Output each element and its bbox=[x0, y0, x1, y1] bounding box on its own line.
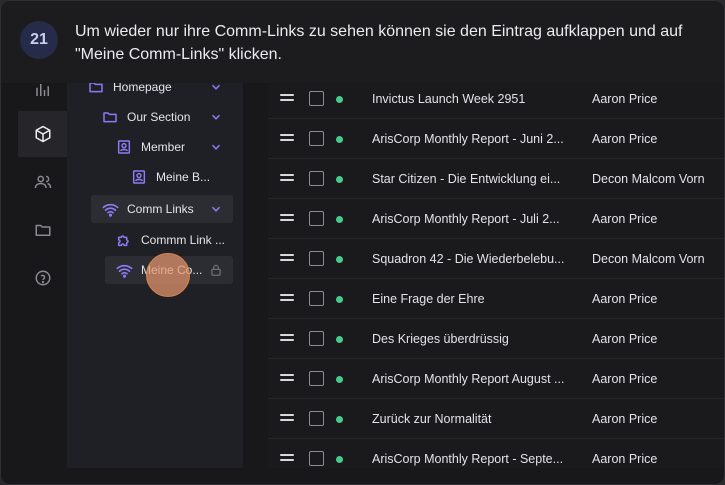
row-checkbox[interactable] bbox=[309, 291, 324, 306]
row-author: Aaron Price bbox=[592, 412, 658, 426]
bottom-edge bbox=[1, 468, 724, 484]
rail-item-users[interactable] bbox=[18, 159, 67, 205]
rail-item-help[interactable] bbox=[18, 255, 67, 301]
row-author: Aaron Price bbox=[592, 292, 658, 306]
drag-handle-icon[interactable] bbox=[280, 294, 294, 304]
table-row[interactable]: Squadron 42 - Die Wiederbelebu... Decon … bbox=[268, 239, 724, 279]
row-checkbox[interactable] bbox=[309, 411, 324, 426]
wifi-icon bbox=[115, 261, 133, 279]
rail-item-files[interactable] bbox=[18, 207, 67, 253]
tree-item-label: Commm Link ... bbox=[141, 233, 226, 247]
row-title[interactable]: Eine Frage der Ehre bbox=[372, 292, 577, 306]
row-author: Decon Malcom Vorn bbox=[592, 172, 705, 186]
click-indicator bbox=[146, 253, 190, 297]
row-checkbox[interactable] bbox=[309, 211, 324, 226]
row-checkbox[interactable] bbox=[309, 371, 324, 386]
cube-icon bbox=[35, 125, 50, 143]
row-author: Aaron Price bbox=[592, 452, 658, 466]
tree-item-commm-link[interactable]: Commm Link ... bbox=[115, 226, 233, 254]
row-title[interactable]: ArisCorp Monthly Report - Juni 2... bbox=[372, 132, 577, 146]
folder-icon bbox=[35, 224, 50, 236]
badge-icon bbox=[130, 168, 148, 186]
drag-handle-icon[interactable] bbox=[280, 214, 294, 224]
tutorial-instruction: Um wieder nur ihre Comm-Links zu sehen k… bbox=[75, 23, 683, 63]
table-row[interactable]: ArisCorp Monthly Report - Juli 2... Aaro… bbox=[268, 199, 724, 239]
row-title[interactable]: Invictus Launch Week 2951 bbox=[372, 92, 577, 106]
drag-handle-icon[interactable] bbox=[280, 254, 294, 264]
drag-handle-icon[interactable] bbox=[280, 334, 294, 344]
chevron-down-icon[interactable] bbox=[209, 140, 223, 154]
chevron-down-icon[interactable] bbox=[209, 110, 223, 124]
row-author: Aaron Price bbox=[592, 212, 658, 226]
row-checkbox[interactable] bbox=[309, 451, 324, 466]
users-icon bbox=[34, 175, 51, 189]
drag-handle-icon[interactable] bbox=[280, 174, 294, 184]
icon-rail bbox=[18, 83, 67, 468]
drag-handle-icon[interactable] bbox=[280, 414, 294, 424]
dashboard-icon bbox=[35, 84, 49, 96]
row-checkbox[interactable] bbox=[309, 91, 324, 106]
status-dot bbox=[336, 256, 343, 263]
drag-handle-icon[interactable] bbox=[280, 134, 294, 144]
status-dot bbox=[336, 376, 343, 383]
row-title[interactable]: Squadron 42 - Die Wiederbelebu... bbox=[372, 252, 577, 266]
step-badge: 21 bbox=[20, 21, 58, 59]
row-title[interactable]: Des Krieges überdrüssig bbox=[372, 332, 577, 346]
row-checkbox[interactable] bbox=[309, 131, 324, 146]
row-checkbox[interactable] bbox=[309, 251, 324, 266]
row-title[interactable]: Star Citizen - Die Entwicklung ei... bbox=[372, 172, 577, 186]
tutorial-header: 21 Um wieder nur ihre Comm-Links zu sehe… bbox=[1, 1, 724, 83]
tree-item-label: Comm Links bbox=[127, 202, 194, 216]
status-dot bbox=[336, 416, 343, 423]
tree-item-member[interactable]: Member bbox=[115, 133, 233, 161]
row-author: Aaron Price bbox=[592, 132, 658, 146]
badge-icon bbox=[115, 138, 133, 156]
row-title[interactable]: ArisCorp Monthly Report August ... bbox=[372, 372, 577, 386]
row-title[interactable]: ArisCorp Monthly Report - Juli 2... bbox=[372, 212, 577, 226]
drag-handle-icon[interactable] bbox=[280, 94, 294, 104]
status-dot bbox=[336, 176, 343, 183]
tree-item-label: Meine B... bbox=[156, 170, 211, 184]
row-author: Decon Malcom Vorn bbox=[592, 252, 705, 266]
table-row[interactable]: ArisCorp Monthly Report August ... Aaron… bbox=[268, 359, 724, 399]
status-dot bbox=[336, 216, 343, 223]
status-dot bbox=[336, 456, 343, 463]
status-dot bbox=[336, 296, 343, 303]
comm-link-list: Invictus Launch Week 2951 Aaron Price Ar… bbox=[268, 79, 724, 479]
row-author: Aaron Price bbox=[592, 372, 658, 386]
app-frame: 21 Um wieder nur ihre Comm-Links zu sehe… bbox=[0, 0, 725, 485]
row-author: Aaron Price bbox=[592, 332, 658, 346]
drag-handle-icon[interactable] bbox=[280, 374, 294, 384]
folder-icon bbox=[101, 108, 119, 126]
table-row[interactable]: Invictus Launch Week 2951 Aaron Price bbox=[268, 79, 724, 119]
tree-item-label: Our Section bbox=[127, 110, 191, 124]
rail-item-content[interactable] bbox=[18, 111, 67, 157]
table-row[interactable]: Zurück zur Normalität Aaron Price bbox=[268, 399, 724, 439]
row-checkbox[interactable] bbox=[309, 171, 324, 186]
drag-handle-icon[interactable] bbox=[280, 454, 294, 464]
row-author: Aaron Price bbox=[592, 92, 658, 106]
chevron-down-icon[interactable] bbox=[209, 202, 223, 216]
tree-item-comm-links[interactable]: Comm Links bbox=[91, 195, 233, 223]
tree-item-label: Member bbox=[141, 140, 186, 154]
table-row[interactable]: ArisCorp Monthly Report - Juni 2... Aaro… bbox=[268, 119, 724, 159]
puzzle-icon bbox=[115, 231, 133, 249]
wifi-icon bbox=[101, 200, 119, 218]
table-row[interactable]: Eine Frage der Ehre Aaron Price bbox=[268, 279, 724, 319]
row-title[interactable]: ArisCorp Monthly Report - Septe... bbox=[372, 452, 577, 466]
tree-item-our-section[interactable]: Our Section bbox=[101, 103, 233, 131]
row-title[interactable]: Zurück zur Normalität bbox=[372, 412, 577, 426]
row-checkbox[interactable] bbox=[309, 331, 324, 346]
status-dot bbox=[336, 336, 343, 343]
lock-icon bbox=[211, 264, 221, 276]
table-row[interactable]: Des Krieges überdrüssig Aaron Price bbox=[268, 319, 724, 359]
table-row[interactable]: Star Citizen - Die Entwicklung ei... Dec… bbox=[268, 159, 724, 199]
status-dot bbox=[336, 136, 343, 143]
help-icon bbox=[35, 270, 50, 286]
tree-item-meine-b[interactable]: Meine B... bbox=[130, 163, 233, 191]
status-dot bbox=[336, 96, 343, 103]
